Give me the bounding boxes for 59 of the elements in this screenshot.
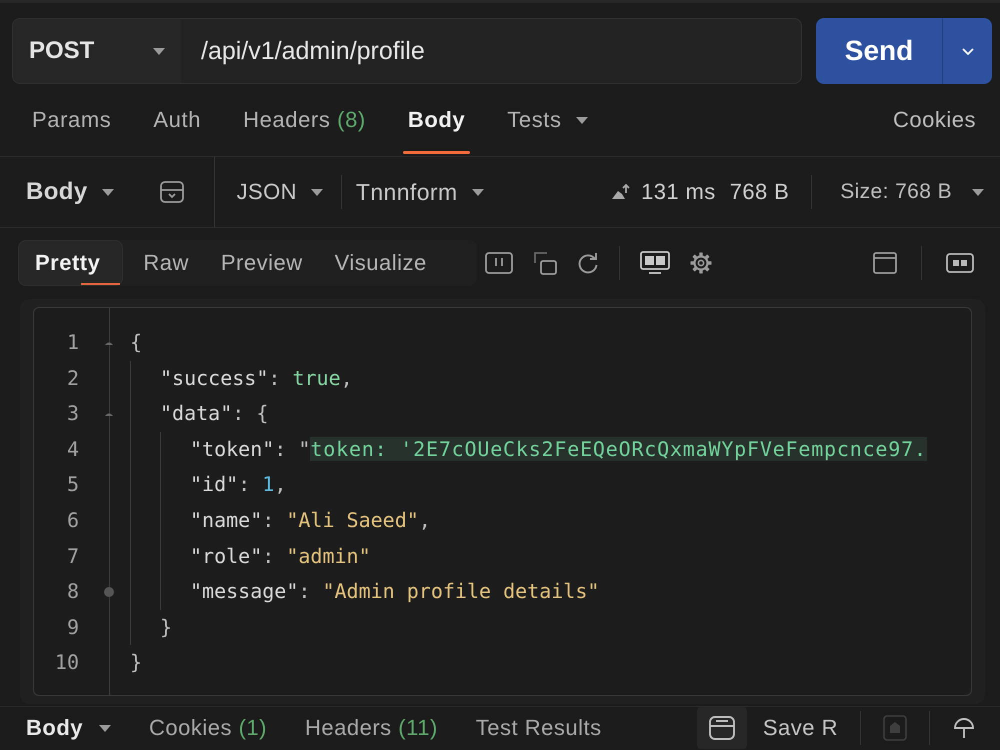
tab[interactable]: Auth [148, 84, 206, 156]
line-number: 10 [54, 649, 79, 676]
response-time: 131 ms [641, 179, 716, 205]
tab[interactable]: Preview [208, 240, 315, 286]
code-line: "success": true, [160, 364, 353, 392]
line-number: 4 [66, 436, 79, 463]
format-select[interactable]: JSON [236, 179, 323, 205]
line-number: 3 [66, 400, 79, 428]
line-number: 7 [66, 542, 79, 570]
tray-icon[interactable] [160, 181, 184, 203]
refresh-icon[interactable] [576, 252, 599, 274]
settings-icon[interactable] [690, 252, 712, 274]
caret-icon [102, 188, 114, 196]
tab[interactable]: Body [402, 84, 470, 156]
tab[interactable]: Pretty [18, 240, 124, 286]
umbrella-icon[interactable] [952, 716, 976, 740]
code-line: "id": 1, [190, 471, 286, 498]
code-line: { [130, 329, 142, 356]
tab[interactable]: Headers (8) [238, 84, 371, 156]
line-number: 8 [66, 578, 79, 606]
code-line: } [160, 614, 172, 641]
fold-marker-icon[interactable] [104, 411, 114, 416]
send-button[interactable]: Send [816, 18, 942, 84]
response-size: 768 B [730, 179, 790, 205]
window-icon[interactable] [873, 252, 897, 274]
fold-marker-icon[interactable] [104, 340, 114, 346]
line-number: 1 [66, 329, 79, 356]
tab[interactable]: Body [26, 715, 111, 741]
cookies-link[interactable]: Cookies [893, 84, 976, 156]
save-button[interactable]: Save R [696, 707, 838, 749]
code-line: "token": "token: '2E7cOUeCks2FeEQeORcQxmaWYpFVeFempcnce97. [190, 436, 927, 463]
caret-icon [310, 188, 323, 196]
panel-icon[interactable] [946, 253, 974, 273]
line-number: 5 [66, 471, 79, 498]
line-number: 2 [66, 364, 79, 392]
code-line: "message": "Admin profile details" [190, 578, 600, 606]
code-line: "name": "Ali Saeed", [190, 506, 431, 534]
code-line: "role": "admin" [190, 542, 371, 570]
tab[interactable]: Test Results [476, 715, 602, 741]
size-menu[interactable]: Size: 768 B [840, 180, 984, 204]
tab[interactable]: Visualize [322, 240, 439, 286]
code-line: "data": { [160, 400, 268, 428]
monitor-icon[interactable] [640, 251, 670, 275]
code-line: } [130, 649, 142, 676]
body-select[interactable]: Body [26, 178, 114, 206]
upload-icon [611, 184, 632, 200]
transform-select[interactable]: Tnnnform [356, 178, 484, 206]
tab[interactable]: Params [27, 84, 116, 156]
caret-icon [472, 188, 484, 196]
tab[interactable]: Raw [131, 240, 201, 286]
tab[interactable]: Cookies (1) [149, 715, 267, 741]
tab[interactable]: Headers (11) [305, 715, 438, 741]
tab[interactable]: Tests [502, 84, 593, 156]
caret-icon [972, 188, 984, 196]
copy-icon[interactable] [532, 251, 557, 275]
line-number: 6 [66, 506, 79, 534]
line-number: 9 [66, 614, 79, 641]
split-view-icon[interactable] [484, 252, 513, 274]
chevron-down-icon [962, 48, 974, 54]
